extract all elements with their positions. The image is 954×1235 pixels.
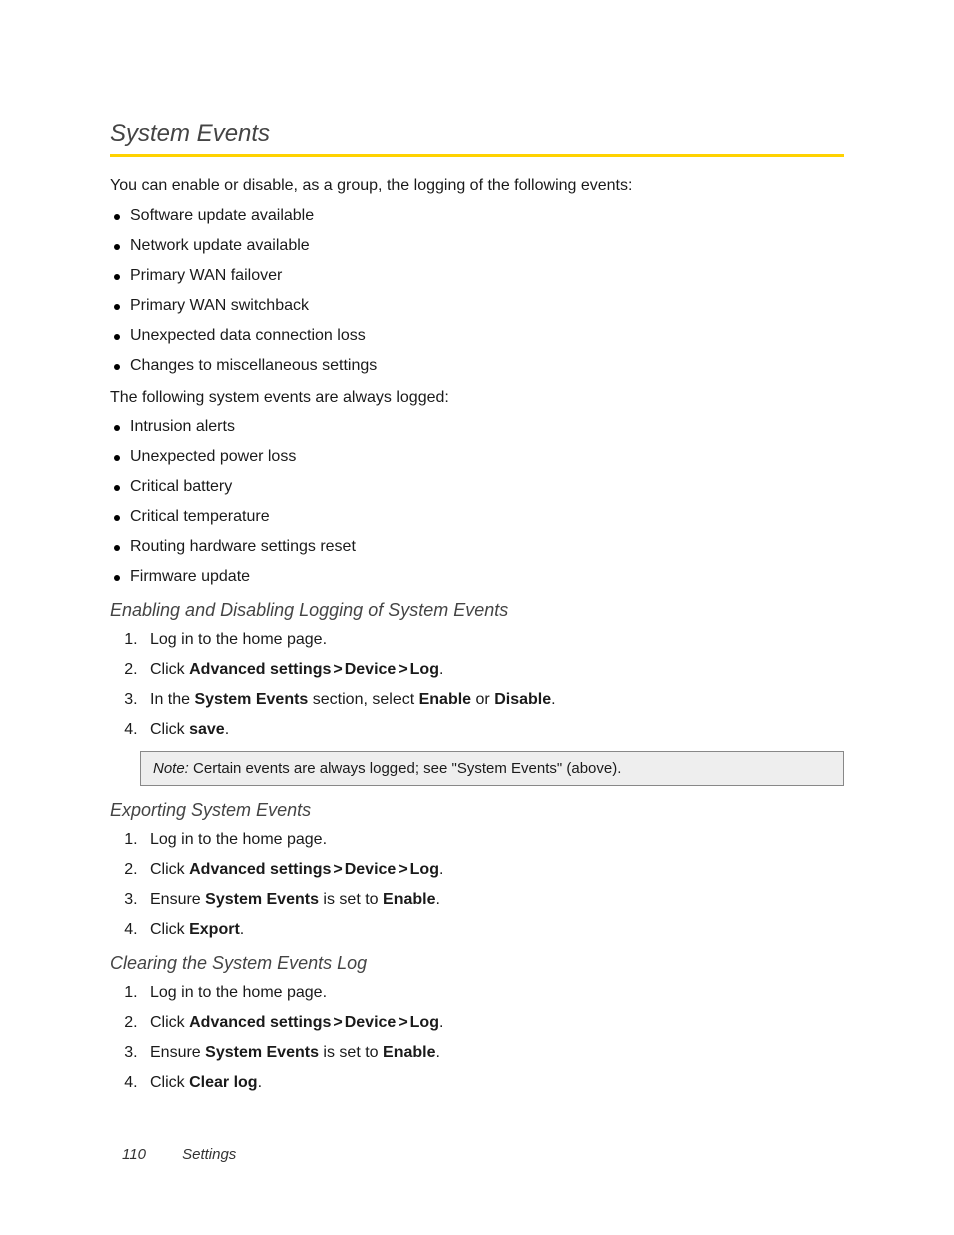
footer-section: Settings [182,1146,236,1163]
list-item: Routing hardware settings reset [110,538,844,556]
step-item: Log in to the home page. [142,984,844,1002]
list-item: Unexpected data connection loss [110,327,844,345]
list-item: Firmware update [110,568,844,586]
list-item: Changes to miscellaneous settings [110,357,844,375]
document-page: System Events You can enable or disable,… [0,0,954,1092]
step-item: Click Export. [142,921,844,939]
page-number: 110 [122,1146,146,1163]
list-item: Unexpected power loss [110,448,844,466]
section-heading-enable: Enabling and Disabling Logging of System… [110,600,844,621]
list-item: Critical temperature [110,508,844,526]
list-item: Network update available [110,237,844,255]
step-item: Click Advanced settings>Device>Log. [142,861,844,879]
list-item: Primary WAN switchback [110,297,844,315]
note-text: Certain events are always logged; see "S… [189,760,622,777]
step-item: In the System Events section, select Ena… [142,691,844,709]
page-title: System Events [110,120,844,148]
step-item: Log in to the home page. [142,831,844,849]
section-heading-export: Exporting System Events [110,800,844,821]
step-item: Click save. [142,721,844,739]
section-heading-clear: Clearing the System Events Log [110,953,844,974]
step-item: Click Advanced settings>Device>Log. [142,1014,844,1032]
export-steps: Log in to the home page. Click Advanced … [110,831,844,939]
step-item: Click Clear log. [142,1074,844,1092]
list-item: Intrusion alerts [110,418,844,436]
page-footer: 110 Settings [122,1146,236,1163]
enable-steps: Log in to the home page. Click Advanced … [110,631,844,739]
always-logged-list: Intrusion alerts Unexpected power loss C… [110,418,844,586]
toggleable-events-list: Software update available Network update… [110,207,844,375]
intro-paragraph: You can enable or disable, as a group, t… [110,175,844,197]
list-item: Software update available [110,207,844,225]
always-intro-paragraph: The following system events are always l… [110,387,844,409]
step-item: Ensure System Events is set to Enable. [142,1044,844,1062]
note-box: Note: Certain events are always logged; … [140,751,844,786]
step-item: Click Advanced settings>Device>Log. [142,661,844,679]
list-item: Critical battery [110,478,844,496]
step-item: Log in to the home page. [142,631,844,649]
note-label: Note: [153,760,189,777]
title-rule [110,154,844,157]
clear-steps: Log in to the home page. Click Advanced … [110,984,844,1092]
list-item: Primary WAN failover [110,267,844,285]
step-item: Ensure System Events is set to Enable. [142,891,844,909]
